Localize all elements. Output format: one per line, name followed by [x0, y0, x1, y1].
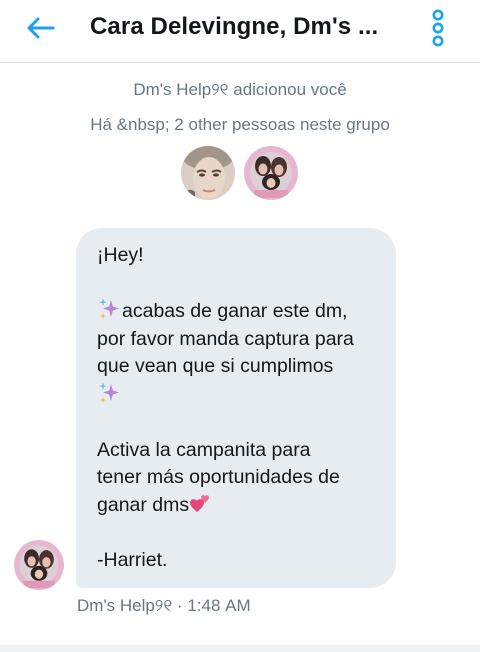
sparkles-icon: [99, 382, 119, 403]
group-members-notice: Há &nbsp; 2 other pessoas neste grupo: [90, 115, 390, 134]
message-bubble[interactable]: ¡Hey! acabas de ganar este dm, por favor…: [76, 228, 396, 588]
conversation-header: Cara Delevingne, Dm's ...: [0, 0, 480, 63]
meta-separator: ·: [176, 596, 183, 615]
sender-avatar[interactable]: [14, 540, 64, 590]
arrow-left-icon: [27, 17, 55, 39]
group-avatars: [181, 146, 298, 200]
bottom-divider: [0, 645, 480, 652]
sparkles-icon: [99, 298, 119, 319]
message-line: por favor manda captura para: [97, 327, 354, 350]
message-line: [97, 381, 376, 410]
conversation-title[interactable]: Cara Delevingne, Dm's ...: [90, 13, 378, 41]
member-avatar[interactable]: [244, 146, 298, 200]
message-line: acabas de ganar este dm,: [97, 297, 376, 326]
message-line: ganar dms: [97, 492, 376, 520]
message-meta: Dm's Help୨୧ · 1:48 AM: [77, 596, 251, 616]
message-time: 1:48 AM: [187, 596, 251, 615]
two-hearts-icon: [190, 494, 210, 512]
more-options-button[interactable]: [423, 6, 453, 50]
message-line: -Harriet.: [97, 548, 168, 571]
added-you-notice: Dm's Help୨୧ adicionou você: [133, 80, 347, 99]
sender-name[interactable]: Dm's Help୨୧: [77, 596, 172, 615]
message-line: que vean que si cumplimos: [97, 355, 334, 377]
back-button[interactable]: [20, 10, 60, 46]
message-line: Activa la campanita para: [97, 438, 311, 461]
vertical-dots-icon: [432, 9, 444, 47]
message-line: tener más oportunidades de: [97, 466, 340, 488]
message-line-text: acabas de ganar este dm,: [122, 300, 348, 322]
member-avatar[interactable]: [181, 146, 235, 200]
message-line: ¡Hey!: [97, 244, 144, 266]
message-line-text: ganar dms: [97, 493, 190, 516]
